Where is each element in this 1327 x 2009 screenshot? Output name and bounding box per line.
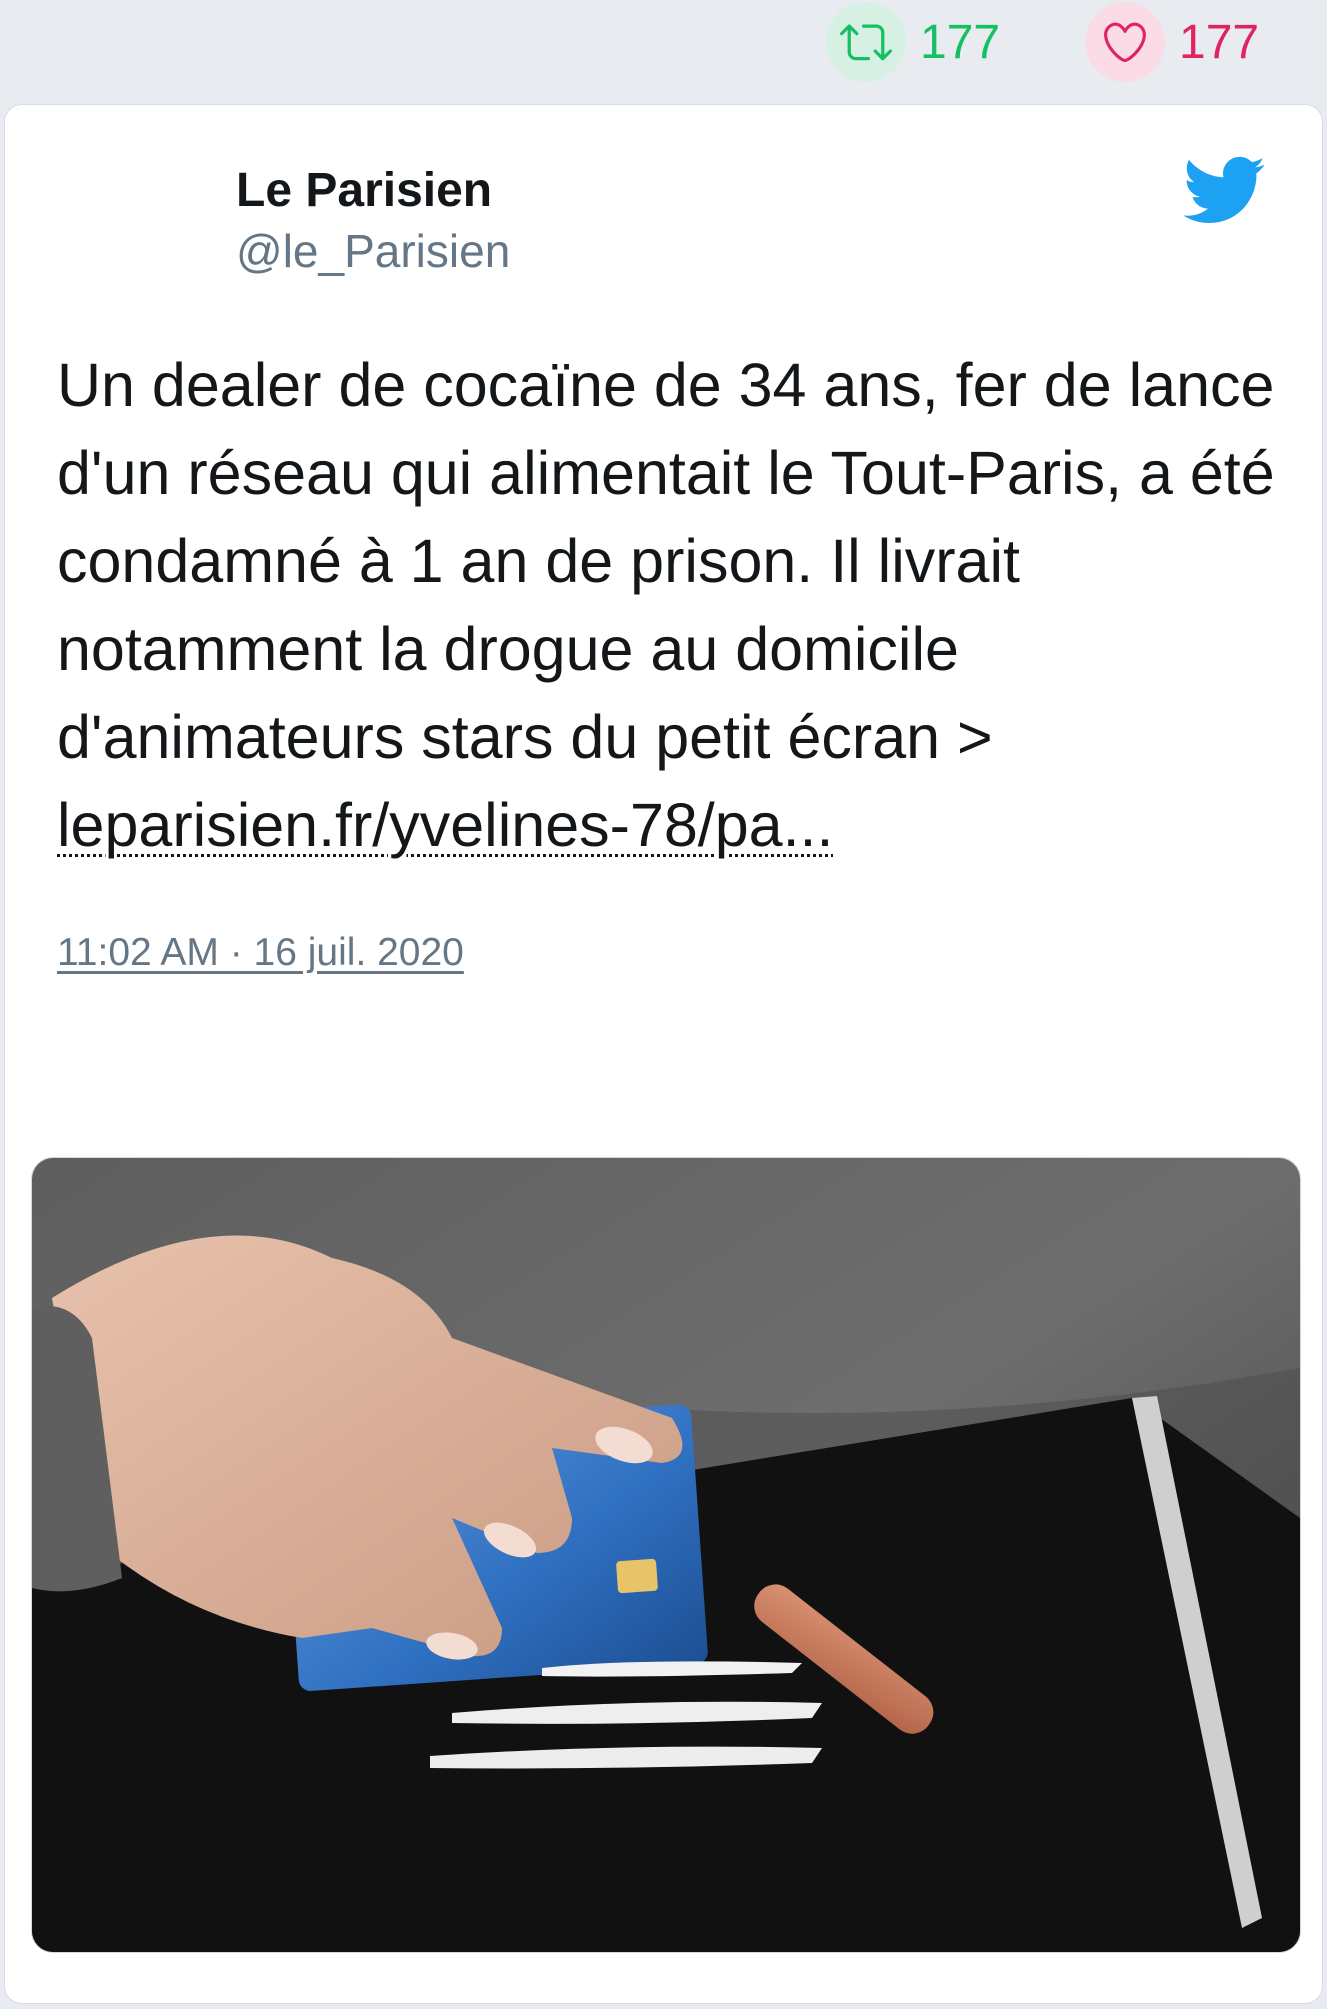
heart-icon[interactable] xyxy=(1085,2,1165,82)
retweet-stat[interactable]: 177 xyxy=(826,2,1000,82)
tweet-body: Un dealer de cocaïne de 34 ans, fer de l… xyxy=(57,351,1275,771)
like-stat[interactable]: 177 xyxy=(1085,2,1259,82)
tweet-text: Un dealer de cocaïne de 34 ans, fer de l… xyxy=(57,341,1297,869)
twitter-bird-icon[interactable] xyxy=(1175,147,1271,233)
author-handle[interactable]: @le_Parisien xyxy=(236,221,510,281)
like-count: 177 xyxy=(1179,15,1260,69)
retweet-count: 177 xyxy=(920,15,1001,69)
author-name[interactable]: Le Parisien xyxy=(236,161,510,221)
photo-illustration xyxy=(32,1158,1300,1952)
author-block[interactable]: Le Parisien @le_Parisien xyxy=(236,161,510,281)
tweet-timestamp[interactable]: 11:02 AM · 16 juil. 2020 xyxy=(57,931,464,975)
engagement-stats: 177 177 xyxy=(0,0,1327,100)
tweet-photo[interactable] xyxy=(31,1157,1301,1953)
tweet-card[interactable]: Le Parisien @le_Parisien Un dealer de co… xyxy=(4,104,1323,2004)
tweet-link[interactable]: leparisien.fr/yvelines-78/pa... xyxy=(57,791,833,859)
retweet-icon[interactable] xyxy=(826,2,906,82)
